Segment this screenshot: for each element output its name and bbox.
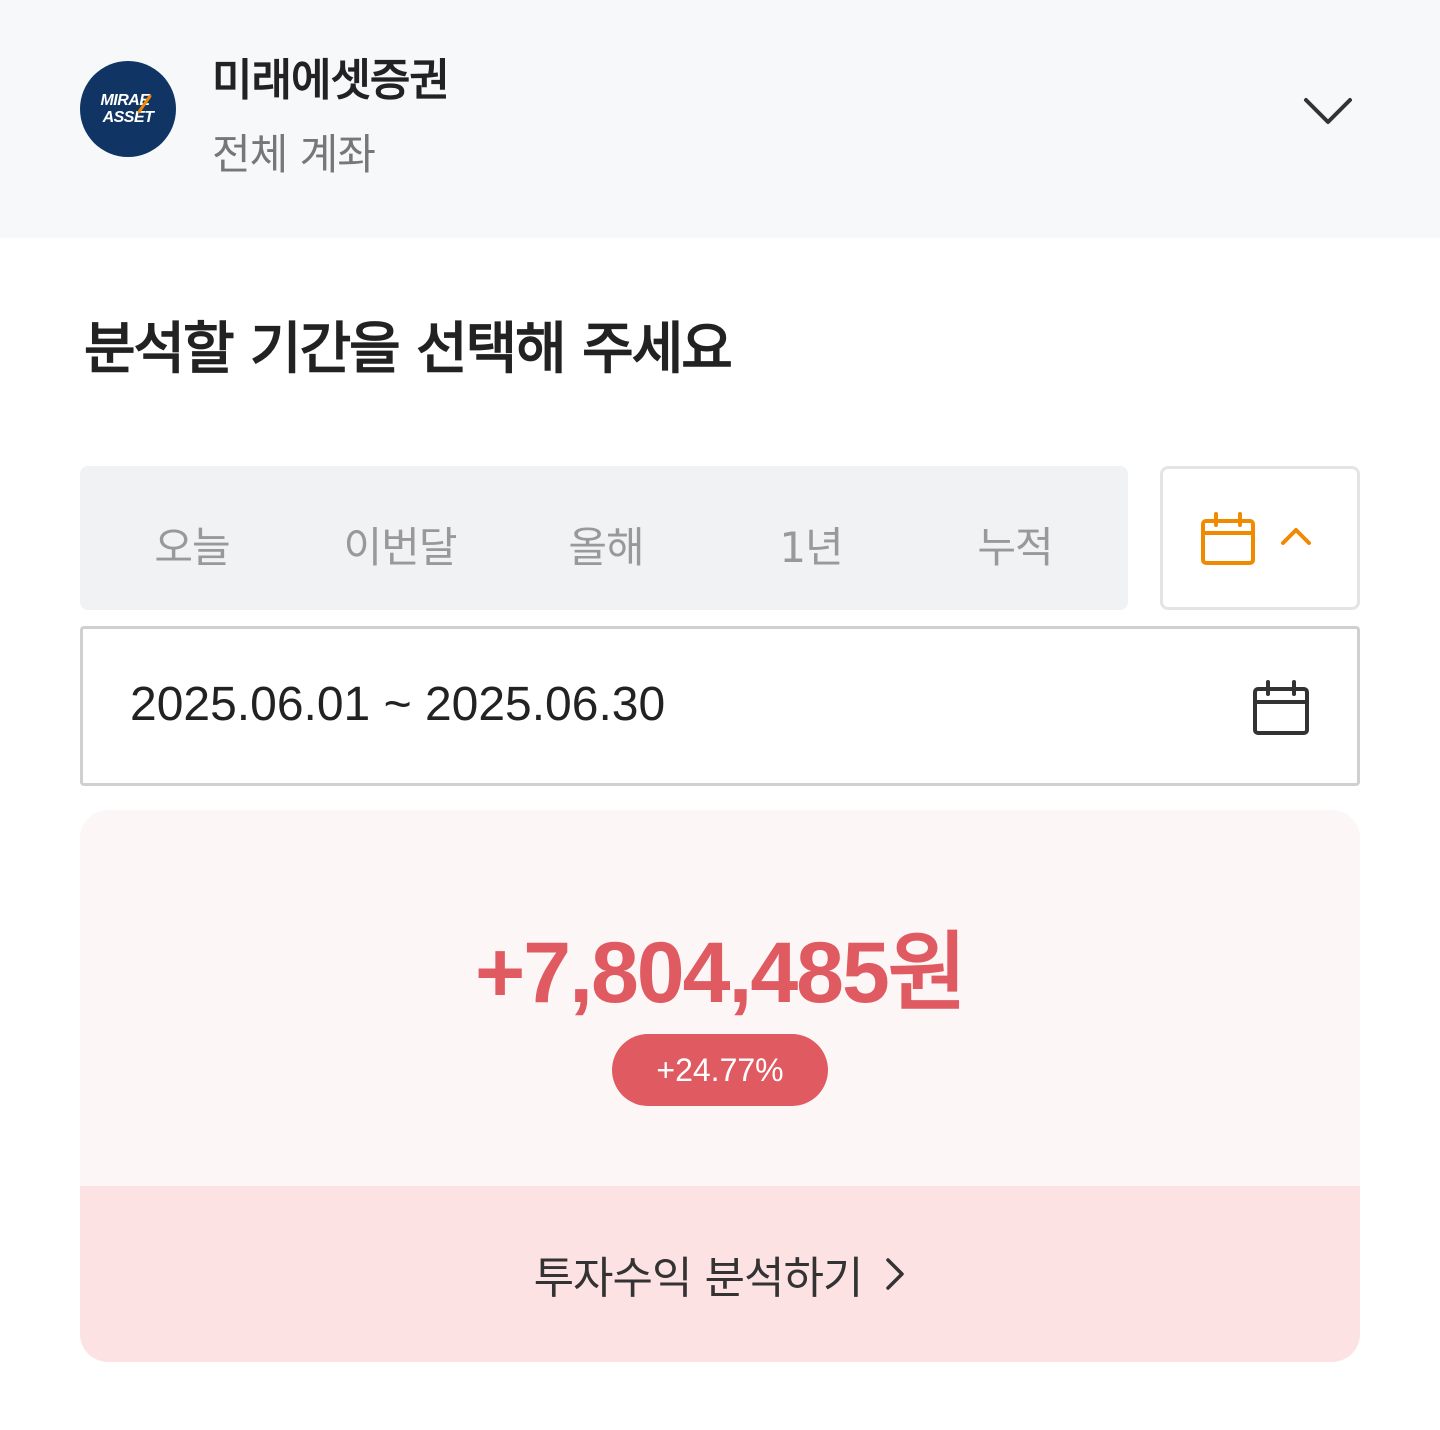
calendar-icon[interactable] — [1251, 679, 1311, 737]
analyze-returns-button[interactable]: 투자수익 분석하기 — [80, 1186, 1360, 1362]
calendar-icon — [1201, 512, 1255, 565]
chevron-down-icon[interactable] — [1300, 90, 1356, 130]
logo-text-line2: ASSET — [102, 109, 154, 126]
broker-name: 미래에셋증권 — [212, 55, 450, 106]
tab-one-year[interactable]: 1년 — [779, 514, 843, 575]
date-range-field[interactable]: 2025.06.01 ~ 2025.06.30 — [80, 626, 1360, 786]
tab-this-year[interactable]: 올해 — [568, 514, 644, 575]
account-name: 전체 계좌 — [212, 130, 376, 179]
profit-amount: +7,804,485원 — [475, 925, 967, 1021]
analyze-returns-label: 투자수익 분석하기 — [533, 1253, 864, 1304]
account-header[interactable]: MIRAE ASSET 미래에셋증권 전체 계좌 — [0, 0, 1440, 238]
period-tabs: 오늘 이번달 올해 1년 누적 — [80, 466, 1128, 610]
calendar-toggle-button[interactable] — [1160, 466, 1360, 610]
chevron-up-icon — [1281, 528, 1311, 545]
broker-logo: MIRAE ASSET — [80, 61, 176, 157]
tab-this-month[interactable]: 이번달 — [344, 514, 458, 575]
profit-result-card: +7,804,485원 +24.77% 투자수익 분석하기 — [80, 810, 1360, 1362]
date-range-value: 2025.06.01 ~ 2025.06.30 — [130, 678, 666, 731]
tab-cumulative[interactable]: 누적 — [977, 514, 1053, 575]
chevron-right-icon — [886, 1258, 905, 1290]
section-title: 분석할 기간을 선택해 주세요 — [84, 317, 733, 382]
return-rate-badge: +24.77% — [612, 1034, 828, 1106]
tab-today[interactable]: 오늘 — [154, 514, 230, 575]
